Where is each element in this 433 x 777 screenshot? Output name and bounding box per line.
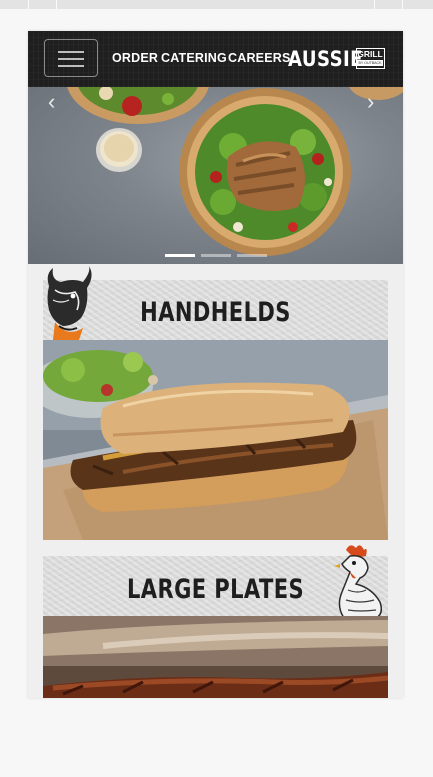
category-header: HANDHELDS — [43, 280, 388, 340]
category-card-handhelds[interactable]: HANDHELDS — [43, 266, 388, 540]
logo-grill-box: GRILL BY OUTBACK — [356, 48, 385, 69]
category-title: LARGE PLATES — [126, 574, 305, 605]
carousel-indicators — [165, 254, 267, 257]
large-plates-image — [43, 616, 388, 698]
rooster-mascot-icon — [334, 545, 383, 618]
nav-link-careers[interactable]: CAREERS — [228, 51, 291, 65]
mobile-page-frame: ORDER CATERING CAREERS AUSSIE GRILL BY O… — [28, 31, 403, 698]
category-card-large-plates[interactable]: LARGE PLATES — [43, 545, 388, 698]
browser-top-strip — [0, 0, 433, 9]
carousel-next-button[interactable]: › — [367, 89, 374, 115]
top-navbar: ORDER CATERING CAREERS AUSSIE GRILL BY O… — [28, 31, 403, 87]
carousel-indicator-1[interactable] — [165, 254, 195, 257]
hero-carousel[interactable]: ‹ › — [28, 87, 403, 264]
carousel-prev-button[interactable]: ‹ — [48, 89, 55, 115]
handhelds-image — [43, 340, 388, 540]
logo-grill-text: GRILL — [357, 49, 383, 59]
bull-mascot-icon — [47, 266, 92, 340]
carousel-indicator-2[interactable] — [201, 254, 231, 257]
carousel-indicator-3[interactable] — [237, 254, 267, 257]
nav-link-catering[interactable]: CATERING — [161, 51, 227, 65]
category-title: HANDHELDS — [140, 297, 291, 328]
hamburger-menu-icon — [58, 51, 84, 53]
hero-salad-image — [67, 87, 403, 256]
chevron-right-icon: › — [367, 89, 375, 114]
hamburger-menu-button[interactable] — [44, 39, 98, 77]
logo-wordmark: AUSSIE — [288, 47, 363, 71]
logo-sub-text: BY OUTBACK — [357, 60, 383, 66]
aussie-grill-logo[interactable]: AUSSIE GRILL BY OUTBACK — [288, 47, 386, 71]
chevron-left-icon: ‹ — [48, 89, 56, 114]
nav-link-order[interactable]: ORDER — [112, 51, 158, 65]
